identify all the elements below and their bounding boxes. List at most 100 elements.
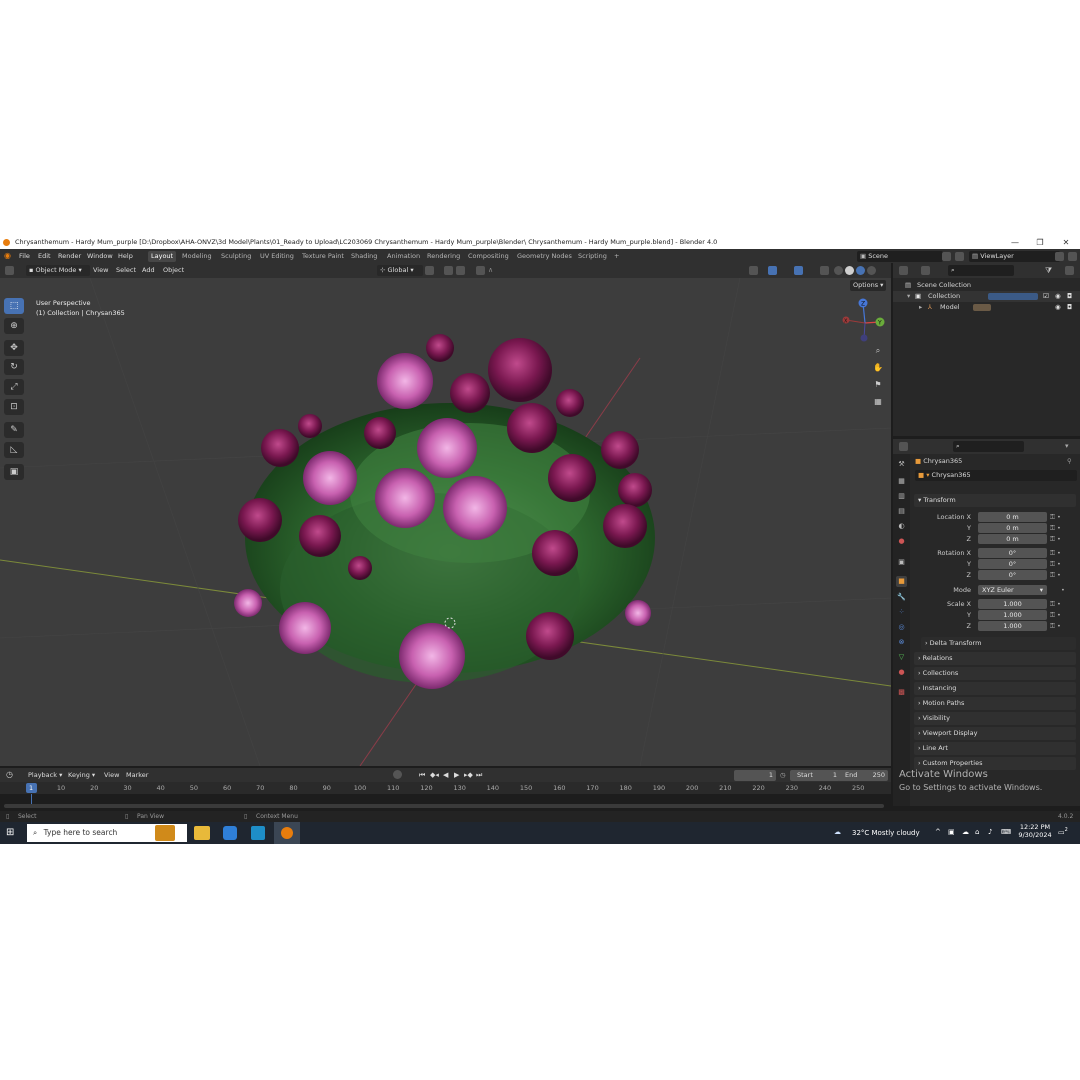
- onedrive-icon[interactable]: ☁: [962, 828, 969, 836]
- jump-keyframe-forward-icon[interactable]: ▸◆: [464, 768, 473, 782]
- lock-icon[interactable]: ⚿ •: [1050, 548, 1061, 559]
- scale-x-field[interactable]: 1.000: [978, 599, 1047, 609]
- proportional-editing-icon[interactable]: [476, 266, 485, 275]
- menu-render[interactable]: Render: [58, 249, 81, 263]
- auto-keying-icon[interactable]: [393, 770, 402, 779]
- tab-animation[interactable]: Animation: [384, 251, 423, 262]
- panel-motion-paths[interactable]: › Motion Paths: [914, 697, 1076, 710]
- clock[interactable]: 12:22 PM 9/30/2024: [1018, 823, 1052, 839]
- keyboard-icon[interactable]: ⌨: [1001, 828, 1011, 836]
- app-3-icon[interactable]: [251, 826, 265, 840]
- timeline-scrollbar[interactable]: [4, 804, 884, 808]
- panel-viewport-display[interactable]: › Viewport Display: [914, 727, 1076, 740]
- tray-app-icon[interactable]: ▣: [948, 828, 955, 836]
- delete-scene-icon[interactable]: [955, 252, 964, 261]
- annotate-tool[interactable]: ✎: [4, 422, 24, 438]
- network-icon[interactable]: ⌂: [975, 828, 979, 836]
- blender-menu-icon[interactable]: ◉: [4, 249, 11, 263]
- snap-icon[interactable]: [444, 266, 453, 275]
- chevron-up-icon[interactable]: ^: [935, 828, 941, 836]
- menu-window[interactable]: Window: [87, 249, 113, 263]
- scene-selector[interactable]: ▣ Scene: [857, 251, 943, 262]
- outliner-editor-icon[interactable]: [899, 266, 908, 275]
- rotation-x-field[interactable]: 0°: [978, 548, 1047, 558]
- output-tab-icon[interactable]: ▥: [896, 491, 907, 502]
- material-tab-icon[interactable]: ●: [896, 667, 907, 678]
- tab-uv-editing[interactable]: UV Editing: [257, 251, 297, 262]
- rendered-shading-icon[interactable]: [867, 266, 876, 275]
- menu-help[interactable]: Help: [118, 249, 133, 263]
- visibility-eye-icon[interactable]: ◉: [1055, 291, 1061, 302]
- render-camera-icon[interactable]: ◘: [1067, 302, 1072, 313]
- timeline-menu-view[interactable]: View: [104, 768, 119, 782]
- viewport-menu-add[interactable]: Add: [142, 263, 155, 278]
- timeline-ruler[interactable]: 1 10 20 30 40 50 60 70 80 90 100 110 120 130 140 150 160…: [0, 782, 891, 794]
- render-tab-icon[interactable]: ▦: [896, 476, 907, 487]
- windows-start-icon[interactable]: ⊞: [6, 827, 14, 839]
- data-tab-icon[interactable]: ▽: [896, 652, 907, 663]
- rotation-mode-dropdown[interactable]: XYZ Euler ▾: [978, 585, 1047, 595]
- panel-relations[interactable]: › Relations: [914, 652, 1076, 665]
- weather-cloud-icon[interactable]: ☁: [834, 828, 841, 836]
- editor-type-icon[interactable]: [5, 266, 14, 275]
- menu-file[interactable]: File: [19, 249, 30, 263]
- tab-compositing[interactable]: Compositing: [465, 251, 512, 262]
- preview-range-icon[interactable]: ◷: [780, 768, 786, 782]
- delete-view-layer-icon[interactable]: [1068, 252, 1077, 261]
- visibility-eye-icon[interactable]: ◉: [1055, 302, 1061, 313]
- tab-modeling[interactable]: Modeling: [179, 251, 215, 262]
- navigation-gizmo[interactable]: Y Z X: [840, 298, 890, 348]
- transform-orientation-dropdown[interactable]: ⊹ Global ▾: [377, 265, 423, 276]
- view-layer-selector[interactable]: ▤ ViewLayer: [969, 251, 1060, 262]
- timeline-track-area[interactable]: [0, 794, 891, 804]
- pan-hand-icon[interactable]: ✋: [871, 361, 885, 375]
- lock-icon[interactable]: ⚿ •: [1050, 599, 1061, 610]
- notifications-icon[interactable]: ▭2: [1058, 827, 1068, 836]
- jump-keyframe-back-icon[interactable]: ◆◂: [430, 768, 439, 782]
- rotation-z-field[interactable]: 0°: [978, 570, 1047, 580]
- viewport-menu-object[interactable]: Object: [163, 263, 184, 278]
- viewport-menu-select[interactable]: Select: [116, 263, 136, 278]
- tab-texture-paint[interactable]: Texture Paint: [299, 251, 347, 262]
- lock-icon[interactable]: ⚿ •: [1050, 570, 1061, 581]
- panel-collections[interactable]: › Collections: [914, 667, 1076, 680]
- properties-search-input[interactable]: ⌕: [953, 441, 1024, 452]
- chevron-down-icon[interactable]: ▾: [1065, 442, 1074, 451]
- transform-tool[interactable]: ⊡: [4, 399, 24, 415]
- scale-z-field[interactable]: 1.000: [978, 621, 1047, 631]
- briefcase-icon[interactable]: [155, 825, 175, 841]
- tab-layout[interactable]: Layout: [148, 251, 177, 262]
- xray-toggle-icon[interactable]: [820, 266, 829, 275]
- tab-scripting[interactable]: Scripting: [575, 251, 610, 262]
- outliner-search-input[interactable]: ⌕: [948, 265, 1014, 276]
- snap-settings-icon[interactable]: [456, 266, 465, 275]
- menu-edit[interactable]: Edit: [38, 249, 51, 263]
- delta-transform-subpanel[interactable]: › Delta Transform: [921, 637, 1076, 650]
- ortho-grid-icon[interactable]: ▦: [871, 395, 885, 409]
- location-x-field[interactable]: 0 m: [978, 512, 1047, 522]
- transform-panel-header[interactable]: ▾ Transform: [914, 494, 1076, 507]
- maximize-button[interactable]: ❐: [1027, 236, 1053, 249]
- render-camera-icon[interactable]: ◘: [1067, 291, 1072, 302]
- panel-visibility[interactable]: › Visibility: [914, 712, 1076, 725]
- texture-tab-icon[interactable]: ▩: [896, 687, 907, 698]
- browser-icon[interactable]: [223, 826, 237, 840]
- tool-tab-icon[interactable]: ⚒: [896, 459, 907, 470]
- visibility-filter-icon[interactable]: [749, 266, 758, 275]
- viewport-menu-view[interactable]: View: [93, 263, 108, 278]
- jump-end-icon[interactable]: ⏭: [476, 768, 482, 782]
- rotation-y-field[interactable]: 0°: [978, 559, 1047, 569]
- falloff-icon[interactable]: ∧: [488, 266, 497, 275]
- start-frame-field[interactable]: Start 1: [790, 770, 840, 781]
- pivot-point-icon[interactable]: [425, 266, 434, 275]
- outliner-row-model[interactable]: ▸ ⅄ Model ◉ ◘: [893, 302, 1080, 313]
- timeline-menu-keying[interactable]: Keying ▾: [68, 768, 95, 782]
- measure-tool[interactable]: ◺: [4, 442, 24, 458]
- display-mode-icon[interactable]: [921, 266, 930, 275]
- scale-tool[interactable]: ⤢: [4, 379, 24, 395]
- panel-instancing[interactable]: › Instancing: [914, 682, 1076, 695]
- new-view-layer-icon[interactable]: [1055, 252, 1064, 261]
- pin-icon[interactable]: ⚲: [1067, 456, 1072, 467]
- lock-icon[interactable]: ⚿ •: [1050, 512, 1061, 523]
- lock-icon[interactable]: ⚿ •: [1050, 621, 1061, 632]
